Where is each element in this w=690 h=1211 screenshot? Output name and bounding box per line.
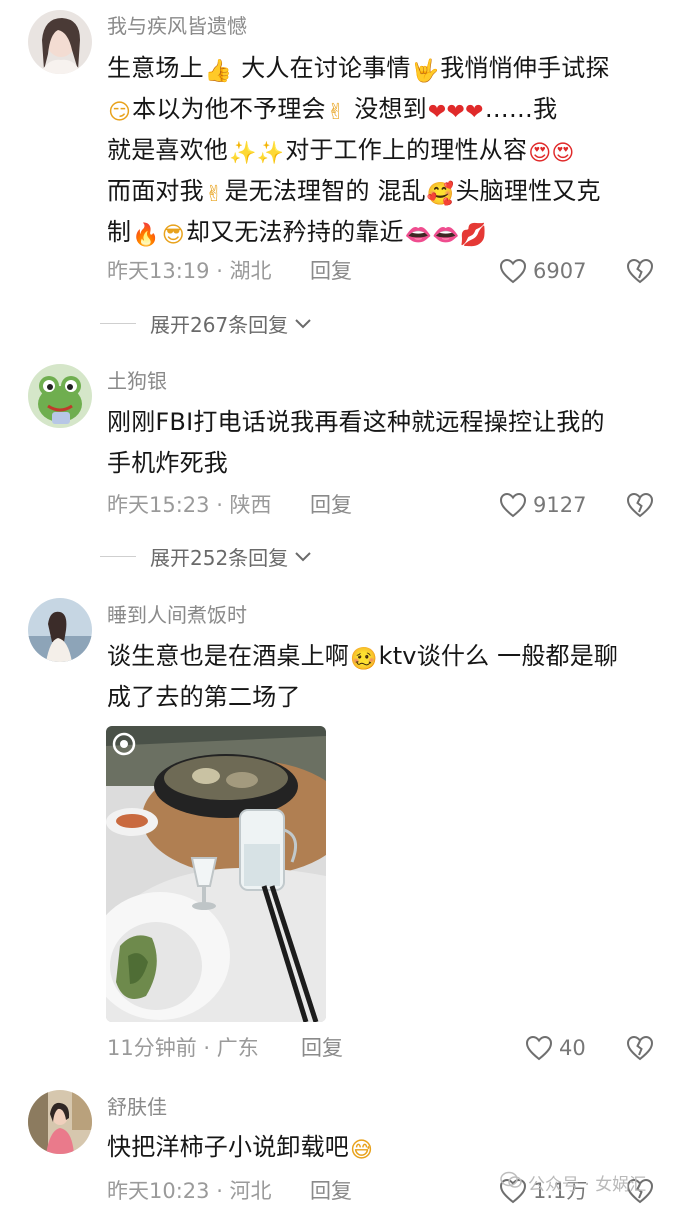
comment-text-line: 制🔥😎却又无法矜持的靠近👄👄💋 <box>107 212 667 253</box>
comment-text-run: 刚刚FBI打电话说我再看这种就远程操控让我的 <box>107 408 605 436</box>
comment-text-run: ……我 <box>484 95 558 123</box>
comment-text-run: 快把洋柿子小说卸载吧 <box>107 1133 349 1161</box>
comment-time-location: 11分钟前 · 广东 <box>107 1036 259 1060</box>
comment-text-line: 快把洋柿子小说卸载吧😅 <box>107 1127 667 1168</box>
comment-text-run: 就是喜欢他 <box>107 136 228 164</box>
emoji: 🔥 <box>132 223 160 248</box>
like-button[interactable]: 6907 <box>499 256 586 286</box>
emoji: 😏 <box>108 100 132 125</box>
heart-outline-icon <box>499 258 527 284</box>
comment-text: 刚刚FBI打电话说我再看这种就远程操控让我的 手机炸死我 <box>107 402 667 484</box>
comment-text-run: 却又无法矜持的靠近 <box>185 218 404 246</box>
like-button[interactable]: 9127 <box>499 490 586 520</box>
chevron-down-icon <box>294 311 312 335</box>
comment-text: 谈生意也是在酒桌上啊🥴ktv谈什么 一般都是聊成了去的第二场了 <box>107 636 667 718</box>
like-count: 9127 <box>533 493 587 517</box>
comment-time-location: 昨天10:23 · 河北 <box>107 1179 272 1203</box>
comment-time-location: 昨天13:19 · 湖北 <box>107 259 272 283</box>
comment-meta: 11分钟前 · 广东 回复 40 <box>107 1033 667 1063</box>
comment-text-line: 生意场上👍 大人在讨论事情🤟我悄悄伸手试探 <box>107 48 667 89</box>
heart-outline-icon <box>499 492 527 518</box>
comment-text-run: 头脑理性又克 <box>455 177 601 205</box>
broken-heart-icon <box>625 257 655 285</box>
comment-text-run: 谈生意也是在酒桌上啊 <box>107 642 349 670</box>
avatar[interactable] <box>28 1090 92 1154</box>
like-count: 40 <box>559 1036 586 1060</box>
divider <box>100 555 136 557</box>
comment-text-line: 刚刚FBI打电话说我再看这种就远程操控让我的 <box>107 402 667 443</box>
emoji: ✨✨ <box>229 141 285 166</box>
like-button[interactable]: 40 <box>525 1033 586 1063</box>
wechat-logo-icon <box>500 1171 522 1194</box>
comment-text-run: 而面对我 <box>107 177 204 205</box>
reply-button[interactable]: 回复 <box>301 1033 343 1063</box>
comment-text-line: 😏本以为他不予理会✌ 没想到❤❤❤……我 <box>107 89 667 130</box>
username[interactable]: 土狗银 <box>107 369 167 393</box>
comment-text-line: 而面对我✌是无法理智的 混乱🥰头脑理性又克 <box>107 171 667 212</box>
emoji: ❤❤❤ <box>427 100 484 125</box>
broken-heart-icon <box>625 491 655 519</box>
dislike-button[interactable] <box>625 1034 655 1062</box>
divider <box>100 322 136 324</box>
comment-text-line: 就是喜欢他✨✨对于工作上的理性从容😍😍 <box>107 130 667 171</box>
comment-text-run: ktv谈什么 一般都是聊 <box>378 642 619 670</box>
emoji: 👄👄💋 <box>404 223 488 248</box>
emoji: 🥴 <box>350 647 378 672</box>
comment-text: 生意场上👍 大人在讨论事情🤟我悄悄伸手试探 😏本以为他不予理会✌ 没想到❤❤❤……… <box>107 48 667 253</box>
comment-text-run: 大人在讨论事情 <box>233 54 411 82</box>
avatar[interactable] <box>28 10 92 74</box>
username[interactable]: 我与疾风皆遗憾 <box>107 14 247 38</box>
reply-button[interactable]: 回复 <box>310 490 352 520</box>
emoji: 👍 <box>204 59 233 84</box>
dislike-button[interactable] <box>625 257 655 285</box>
expand-replies-label: 展开267条回复 <box>150 312 289 337</box>
comment-text-line: 手机炸死我 <box>107 443 667 484</box>
comment-text-run: 是无法理智的 混乱 <box>224 177 426 205</box>
broken-heart-icon <box>625 1034 655 1062</box>
comment-text-run: 没想到 <box>346 95 427 123</box>
heart-outline-icon <box>525 1035 553 1061</box>
reply-button[interactable]: 回复 <box>310 256 352 286</box>
avatar[interactable] <box>28 364 92 428</box>
comment-text-line: 谈生意也是在酒桌上啊🥴ktv谈什么 一般都是聊 <box>107 636 667 677</box>
comment-text-run: 制 <box>107 218 132 246</box>
comment-text-run: 对于工作上的理性从容 <box>285 136 528 164</box>
comment-meta: 昨天15:23 · 陕西 回复 9127 <box>107 490 667 520</box>
watermark: 公众号 · 女娲汇 <box>500 1170 646 1195</box>
comment-text-run: 我悄悄伸手试探 <box>440 54 610 82</box>
emoji: 😅 <box>350 1138 374 1163</box>
avatar[interactable] <box>28 598 92 662</box>
emoji: 😎 <box>161 223 185 248</box>
emoji: ✌ <box>204 182 224 207</box>
comment-meta: 昨天13:19 · 湖北 回复 6907 <box>107 256 667 286</box>
emoji: 🥰 <box>426 182 455 207</box>
expand-replies-button[interactable]: 展开252条回复 <box>100 542 312 570</box>
comment-text-run: 本以为他不予理会 <box>132 95 326 123</box>
watermark-text: 公众号 · 女娲汇 <box>528 1175 647 1195</box>
username[interactable]: 舒肤佳 <box>107 1095 167 1119</box>
live-photo-icon <box>114 734 134 754</box>
comment-text-line: 成了去的第二场了 <box>107 677 667 718</box>
emoji: 🤟 <box>411 59 440 84</box>
emoji: ✌ <box>326 100 346 125</box>
emoji: 😍😍 <box>528 141 575 166</box>
comment-text: 快把洋柿子小说卸载吧😅 <box>107 1127 667 1168</box>
dislike-button[interactable] <box>625 491 655 519</box>
like-count: 6907 <box>533 259 587 283</box>
comment-photo[interactable] <box>106 726 326 1022</box>
comment-text-run: 成了去的第二场了 <box>107 683 301 711</box>
chevron-down-icon <box>294 544 312 568</box>
expand-replies-button[interactable]: 展开267条回复 <box>100 309 312 337</box>
comment-text-run: 生意场上 <box>107 54 204 82</box>
expand-replies-label: 展开252条回复 <box>150 545 289 570</box>
comment-text-run: 手机炸死我 <box>107 449 228 477</box>
comment-time-location: 昨天15:23 · 陕西 <box>107 493 272 517</box>
username[interactable]: 睡到人间煮饭时 <box>107 603 247 627</box>
reply-button[interactable]: 回复 <box>310 1176 352 1206</box>
